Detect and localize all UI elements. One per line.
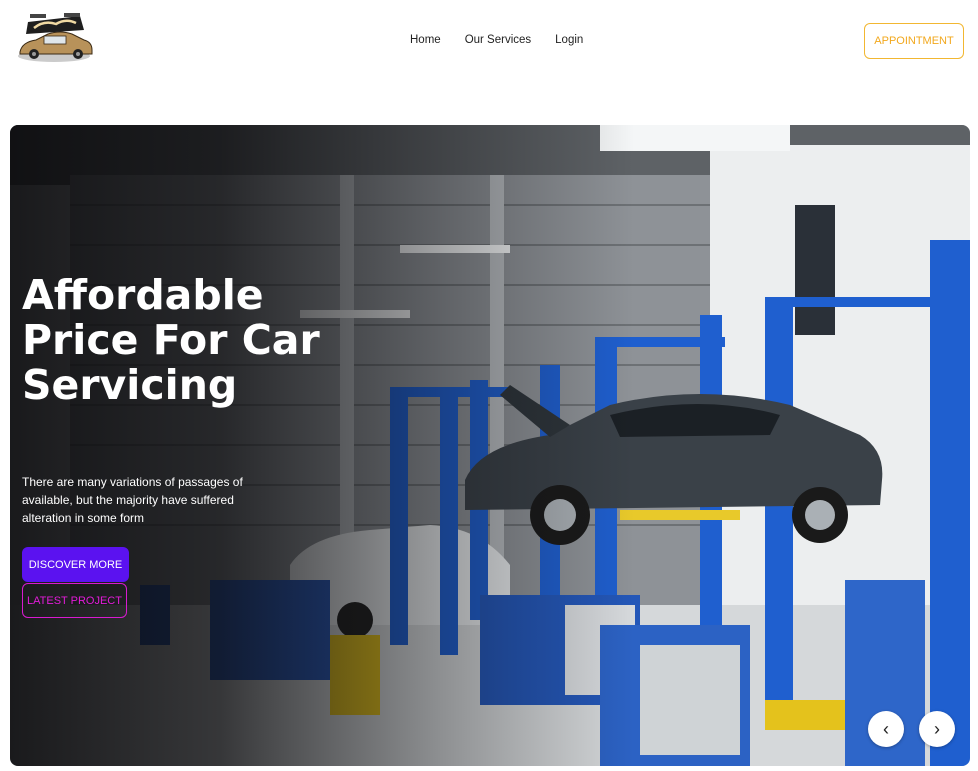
chevron-right-icon: › xyxy=(934,718,940,739)
main-nav: Home Our Services Login xyxy=(410,34,583,46)
slider-next-button[interactable]: › xyxy=(919,711,955,747)
hero-title: Affordable Price For Car Servicing xyxy=(22,271,320,409)
chevron-left-icon: ‹ xyxy=(883,718,889,739)
hero-overlay xyxy=(10,125,970,766)
nav-home[interactable]: Home xyxy=(410,34,441,46)
discover-more-button[interactable]: DISCOVER MORE xyxy=(22,547,129,582)
nav-our-services[interactable]: Our Services xyxy=(465,34,531,46)
latest-project-button[interactable]: LATEST PROJECT xyxy=(22,583,127,618)
logo-car-icon xyxy=(18,13,93,62)
slider-prev-button[interactable]: ‹ xyxy=(868,711,904,747)
hero-slider: Affordable Price For Car Servicing There… xyxy=(10,125,970,766)
nav-login[interactable]: Login xyxy=(555,34,583,46)
appointment-button[interactable]: APPOINTMENT xyxy=(864,23,964,59)
site-header: Home Our Services Login APPOINTMENT xyxy=(0,0,978,90)
hero-description: There are many variations of passages of… xyxy=(22,475,243,525)
logo[interactable] xyxy=(14,12,94,68)
